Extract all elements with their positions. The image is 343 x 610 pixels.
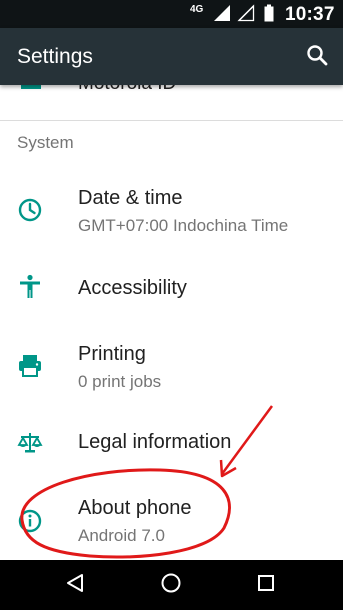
app-bar: Settings (0, 28, 343, 85)
list-item-subtitle: GMT+07:00 Indochina Time (78, 216, 289, 235)
recents-icon (255, 572, 277, 599)
list-item-title: Printing (78, 343, 146, 365)
home-icon (160, 572, 182, 599)
list-item-printing[interactable]: Printing 0 print jobs (0, 331, 343, 395)
settings-list: Motorola ID System Date & time GMT+07:00… (0, 85, 343, 560)
list-item-about-phone[interactable]: About phone Android 7.0 (0, 487, 343, 551)
clock-icon (17, 197, 43, 223)
battery-icon (264, 4, 274, 22)
divider (0, 120, 343, 121)
status-bar: 4G 10:37 (0, 0, 343, 28)
recents-button[interactable] (253, 572, 279, 598)
list-item-date-time[interactable]: Date & time GMT+07:00 Indochina Time (0, 175, 343, 239)
section-header: System (17, 133, 74, 152)
clock-time: 10:37 (285, 4, 335, 25)
navigation-bar (0, 560, 343, 610)
info-icon (17, 508, 43, 534)
network-type: 4G (190, 4, 204, 15)
signal-icon (213, 4, 231, 22)
list-item-motorola-id[interactable]: Motorola ID (0, 85, 343, 107)
back-icon (64, 572, 86, 599)
accessibility-icon (17, 273, 43, 299)
home-button[interactable] (158, 572, 184, 598)
list-item-accessibility[interactable]: Accessibility (0, 253, 343, 317)
list-item-title: Date & time (78, 187, 183, 209)
search-button[interactable] (302, 42, 332, 72)
account-icon (20, 85, 42, 96)
list-item-title: About phone (78, 497, 192, 519)
search-icon (306, 44, 328, 71)
list-item-subtitle: Android 7.0 (78, 526, 165, 545)
list-item-subtitle: 0 print jobs (78, 372, 162, 391)
list-item-title: Accessibility (78, 277, 187, 299)
back-button[interactable] (62, 572, 88, 598)
list-item-title: Legal information (78, 431, 232, 453)
scale-icon (17, 430, 43, 456)
printer-icon (17, 353, 43, 379)
page-title: Settings (17, 45, 93, 68)
signal-empty-icon (237, 4, 255, 22)
list-item-label: Motorola ID (78, 85, 176, 95)
list-item-legal-information[interactable]: Legal information (0, 409, 343, 473)
